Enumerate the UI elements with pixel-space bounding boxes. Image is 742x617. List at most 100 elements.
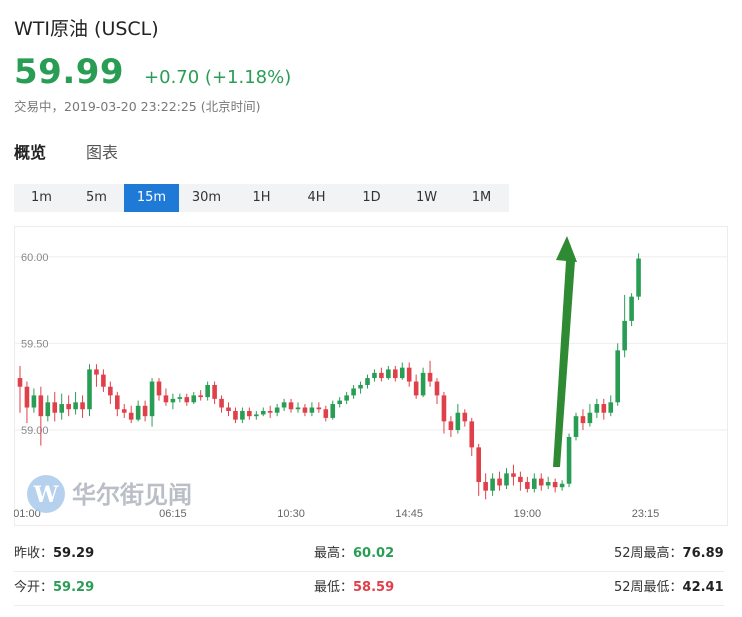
stat-low: 最低：58.59 xyxy=(314,571,614,606)
candle-body xyxy=(399,367,405,379)
candle-body xyxy=(45,402,51,417)
candle-body xyxy=(260,410,266,415)
candle-body xyxy=(274,407,280,413)
x-tick-label: 23:15 xyxy=(632,508,660,520)
price-row: 59.99 +0.70 (+1.18%) xyxy=(14,52,291,92)
candle-body xyxy=(372,372,377,379)
candle-body xyxy=(393,369,398,379)
candle-body xyxy=(156,381,162,396)
candle-body xyxy=(420,372,426,396)
interval-5m[interactable]: 5m xyxy=(69,184,124,212)
candle-body xyxy=(254,414,259,417)
candle-body xyxy=(66,404,71,410)
interval-1m[interactable]: 1m xyxy=(14,184,69,212)
candle-body xyxy=(128,412,134,420)
candle-body xyxy=(288,402,294,410)
candle-body xyxy=(184,397,190,403)
candlestick-chart[interactable]: 60.0059.5059.00 01:00 06:15 10:30 14:45 19:0… xyxy=(14,226,728,526)
candle-body xyxy=(351,388,356,396)
candle-body xyxy=(302,407,308,413)
stat-open: 今开：59.29 xyxy=(14,571,314,606)
interval-1d[interactable]: 1D xyxy=(344,184,399,212)
candle-body xyxy=(636,258,641,297)
watermark-logo-letter: W xyxy=(33,482,59,508)
candle-body xyxy=(115,395,120,410)
candle-body xyxy=(552,482,558,488)
stat-52w-high: 52周最高：76.89 xyxy=(614,537,724,572)
candle-body xyxy=(615,350,620,403)
candle-body xyxy=(538,478,544,486)
candle-body xyxy=(233,410,238,420)
candle-body xyxy=(38,395,44,417)
candle-body xyxy=(80,402,85,410)
candle-body xyxy=(198,395,203,398)
candle-body xyxy=(170,398,176,403)
candle-body xyxy=(608,402,614,413)
candle-body xyxy=(441,395,447,422)
candle-body xyxy=(483,482,488,491)
stats-table: 昨收：59.29 最高：60.02 52周最高：76.89 今开：59.29 最… xyxy=(14,537,724,606)
x-tick-label: 06:15 xyxy=(159,508,187,520)
interval-4h[interactable]: 4H xyxy=(289,184,344,212)
candle-body xyxy=(212,384,217,399)
candle-body xyxy=(448,421,454,431)
candle-body xyxy=(504,473,509,486)
candle-body xyxy=(365,378,370,385)
candle-body xyxy=(17,378,23,387)
stats-row: 今开：59.29 最低：58.59 52周最低：42.41 xyxy=(14,571,724,606)
candle-body xyxy=(587,412,593,424)
y-tick-label: 59.50 xyxy=(21,338,49,350)
candle-body xyxy=(379,372,384,379)
candle-body xyxy=(490,478,495,491)
view-tabs: 概览 图表 xyxy=(14,139,158,167)
candle-body xyxy=(316,407,322,410)
interval-1h[interactable]: 1H xyxy=(234,184,289,212)
stat-high: 最高：60.02 xyxy=(314,537,614,572)
candle-body xyxy=(142,405,148,417)
watermark-text: 华尔街见闻 xyxy=(72,481,192,509)
tab-overview[interactable]: 概览 xyxy=(14,139,46,167)
candle-body xyxy=(511,473,516,477)
stats-row: 昨收：59.29 最高：60.02 52周最高：76.89 xyxy=(14,537,724,572)
x-tick-label: 19:00 xyxy=(514,508,542,520)
candle-body xyxy=(525,482,530,489)
candle-body xyxy=(240,410,245,420)
candle-body xyxy=(205,384,210,398)
candle-body xyxy=(622,320,627,351)
candle-body xyxy=(101,374,106,387)
candle-body xyxy=(337,400,342,405)
candle-body xyxy=(462,412,468,422)
candle-body xyxy=(309,407,315,413)
candle-body xyxy=(330,404,336,418)
candle-body xyxy=(532,478,537,489)
interval-1mo[interactable]: 1M xyxy=(454,184,509,212)
candle-body xyxy=(344,395,349,401)
x-tick-label: 14:45 xyxy=(395,508,423,520)
interval-15m[interactable]: 15m xyxy=(124,184,179,212)
candle-body xyxy=(281,402,287,408)
candle-body xyxy=(191,395,197,403)
trading-status: 交易中，2019-03-20 23:22:25 (北京时间) xyxy=(14,99,261,114)
tab-chart[interactable]: 图表 xyxy=(86,139,118,167)
stat-52w-low: 52周最低：42.41 xyxy=(614,571,724,606)
watermark: W 华尔街见闻 xyxy=(27,475,192,513)
candle-body xyxy=(267,410,273,413)
candle-body xyxy=(31,395,37,408)
candle-body xyxy=(295,407,301,410)
candle-body xyxy=(476,447,481,483)
candle-body xyxy=(386,369,391,379)
candle-body xyxy=(545,482,551,486)
price-change: +0.70 (+1.18%) xyxy=(144,67,292,88)
candle-body xyxy=(469,421,475,448)
last-price: 59.99 xyxy=(14,52,125,92)
interval-1w[interactable]: 1W xyxy=(399,184,454,212)
candle-body xyxy=(629,296,634,321)
candle-body xyxy=(323,409,329,418)
candle-body xyxy=(358,384,363,389)
interval-30m[interactable]: 30m xyxy=(179,184,234,212)
candle-body xyxy=(108,386,113,396)
candle-body xyxy=(73,402,78,410)
candle-body xyxy=(573,416,579,437)
candle-body xyxy=(594,404,600,413)
x-tick-label: 10:30 xyxy=(277,508,305,520)
